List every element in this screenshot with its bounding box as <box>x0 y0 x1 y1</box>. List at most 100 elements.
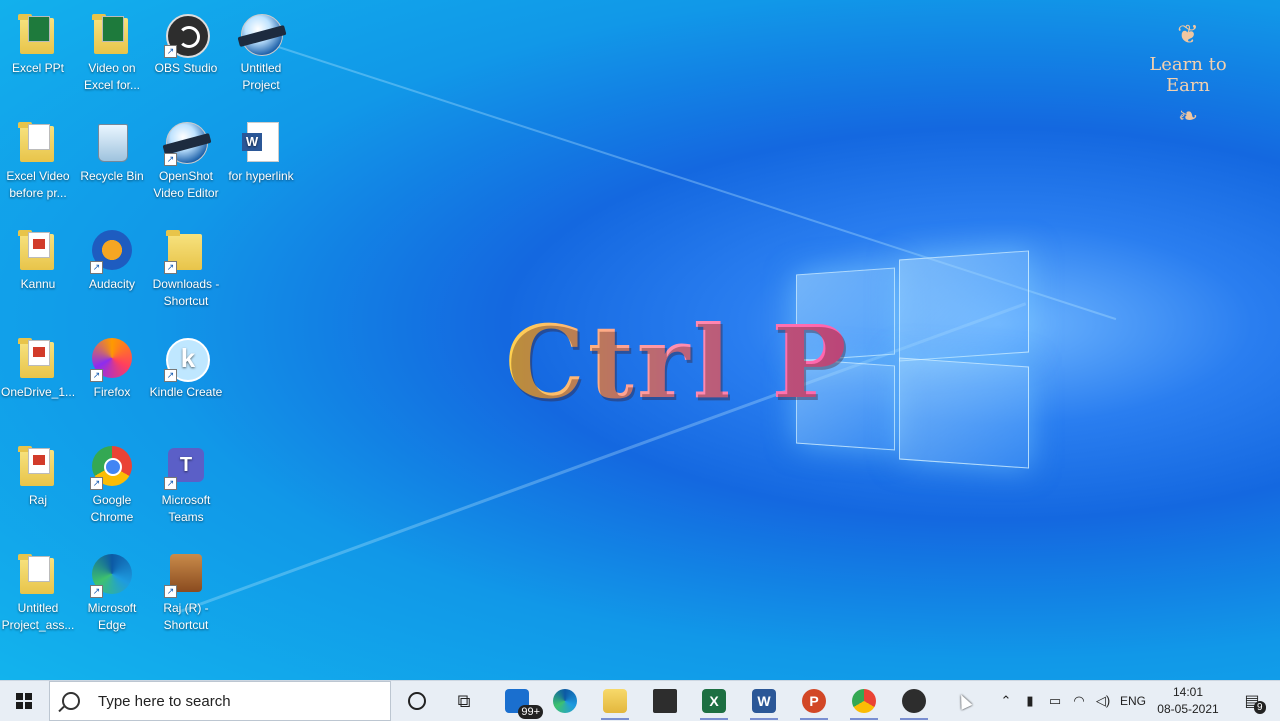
desktop-icon-microsoft-teams[interactable]: T ↗ Microsoft Teams <box>148 436 224 526</box>
desktop-icon-google-chrome[interactable]: ↗ Google Chrome <box>74 436 150 526</box>
battery-tray[interactable]: ▭ <box>1044 681 1066 721</box>
microphone-tray[interactable]: ▮ <box>1020 681 1040 721</box>
language-indicator[interactable]: ENG <box>1118 681 1148 721</box>
clock-date: 08-05-2021 <box>1157 702 1219 716</box>
desktop-icon-label: Raj (R) - Shortcut <box>163 601 209 632</box>
powerpoint-icon: P <box>802 689 826 713</box>
folder-icon <box>92 14 128 54</box>
desktop-icon-label: Raj <box>28 493 47 507</box>
battery-icon: ▭ <box>1048 693 1062 708</box>
desktop-icon-kindle-create[interactable]: k ↗ Kindle Create <box>148 328 224 401</box>
task-view-button[interactable]: ⧉ <box>446 681 482 721</box>
folder-icon <box>18 230 54 270</box>
taskbar-chrome[interactable] <box>841 681 887 721</box>
taskbar-obs[interactable] <box>891 681 937 721</box>
shortcut-arrow-icon: ↗ <box>164 369 177 382</box>
desktop-icon-excel-ppt[interactable]: Excel PPt <box>0 4 76 77</box>
desktop-icon-label: Kindle Create <box>149 385 223 399</box>
taskbar-file-explorer[interactable] <box>592 681 638 721</box>
desktop-icon-label: for hyperlink <box>228 169 294 183</box>
taskbar-word[interactable]: W <box>741 681 787 721</box>
desktop-icon-for-hyperlink[interactable]: for hyperlink <box>223 112 299 185</box>
word-icon: W <box>752 689 776 713</box>
start-button[interactable] <box>0 681 48 721</box>
search-icon <box>62 692 80 710</box>
taskbar-excel[interactable]: X <box>691 681 737 721</box>
chevron-up-icon: ⌃ <box>1000 693 1012 708</box>
desktop-icon-recycle-bin[interactable]: Recycle Bin <box>74 112 150 185</box>
recycle-bin-icon <box>98 124 128 162</box>
desktop-icon-untitled-project[interactable]: Untitled Project <box>223 4 299 94</box>
folder-icon <box>18 14 54 54</box>
file-explorer-icon <box>603 689 627 713</box>
desktop-icon-onedrive[interactable]: OneDrive_1... <box>0 328 76 401</box>
desktop-icon-kannu[interactable]: Kannu <box>0 220 76 293</box>
desktop-icon-downloads-shortcut[interactable]: ↗ Downloads - Shortcut <box>148 220 224 310</box>
desktop-icon-raj[interactable]: Raj <box>0 436 76 509</box>
taskbar-mail[interactable]: 99+ <box>494 681 543 721</box>
shortcut-arrow-icon: ↗ <box>164 45 177 58</box>
desktop-icon-audacity[interactable]: ↗ Audacity <box>74 220 150 293</box>
show-hidden-icons-button[interactable]: ⌃ <box>996 681 1016 721</box>
desktop-icon-label: Microsoft Edge <box>87 601 137 632</box>
word-document-icon <box>242 122 279 162</box>
chrome-icon <box>852 689 876 713</box>
microphone-icon: ▮ <box>1026 693 1034 708</box>
taskbar-powerpoint[interactable]: P <box>791 681 837 721</box>
desktop: Excel PPt Excel Video before pr... Kannu… <box>0 0 1280 680</box>
desktop-icon-label: Untitled Project_ass... <box>1 601 75 632</box>
shortcut-arrow-icon: ↗ <box>90 585 103 598</box>
shortcut-arrow-icon: ↗ <box>164 153 177 166</box>
desktop-icon-label: Kannu <box>20 277 56 291</box>
desktop-icon-untitled-project-assets[interactable]: Untitled Project_ass... <box>0 544 76 634</box>
cortana-icon <box>408 692 426 710</box>
desktop-icon-openshot[interactable]: ↗ OpenShot Video Editor <box>148 112 224 202</box>
ornament-icon <box>1134 102 1242 130</box>
taskbar-edge[interactable] <box>542 681 588 721</box>
store-icon <box>653 689 677 713</box>
brand-text: Learn to Earn <box>1149 54 1227 96</box>
mail-icon: 99+ <box>505 689 543 719</box>
desktop-icon-label: OpenShot Video Editor <box>153 169 219 200</box>
speaker-icon: ◁) <box>1095 693 1111 708</box>
desktop-icon-label: Excel PPt <box>11 61 65 75</box>
desktop-icon-label: Recycle Bin <box>80 169 144 183</box>
desktop-icon-label: Video on Excel for... <box>83 61 141 92</box>
wifi-icon: ◠ <box>1073 693 1085 708</box>
desktop-icon-label: OneDrive_1... <box>1 385 76 399</box>
openshot-project-icon <box>241 14 283 56</box>
brand-watermark: Learn to Earn <box>1134 20 1242 126</box>
desktop-icon-label: Firefox <box>93 385 131 399</box>
clock-time: 14:01 <box>1172 685 1204 699</box>
desktop-icon-label: Downloads - Shortcut <box>152 277 220 308</box>
edge-icon <box>553 689 577 713</box>
desktop-icon-label: Untitled Project <box>240 61 282 92</box>
shortcut-arrow-icon: ↗ <box>90 369 103 382</box>
desktop-icon-label: Microsoft Teams <box>161 493 211 524</box>
network-tray[interactable]: ◠ <box>1068 681 1090 721</box>
excel-icon: X <box>702 689 726 713</box>
folder-icon <box>18 122 54 162</box>
desktop-icon-obs-studio[interactable]: ↗ OBS Studio <box>148 4 224 77</box>
clock[interactable]: 14:01 08-05-2021 <box>1150 681 1226 721</box>
desktop-icon-raj-drive-shortcut[interactable]: ↗ Raj (R) - Shortcut <box>148 544 224 634</box>
desktop-icon-excel-video[interactable]: Excel Video before pr... <box>0 112 76 202</box>
shortcut-arrow-icon: ↗ <box>164 477 177 490</box>
action-center-button[interactable]: ▤ 9 <box>1232 681 1272 721</box>
shortcut-arrow-icon: ↗ <box>90 261 103 274</box>
obs-studio-icon <box>902 689 926 713</box>
task-view-icon: ⧉ <box>457 690 471 711</box>
desktop-icon-firefox[interactable]: ↗ Firefox <box>74 328 150 401</box>
folder-icon <box>18 446 54 486</box>
overlay-shortcut-text: Ctrl P <box>505 303 850 421</box>
taskbar-store[interactable] <box>642 681 688 721</box>
desktop-icon-label: Google Chrome <box>90 493 134 524</box>
shortcut-arrow-icon: ↗ <box>164 261 177 274</box>
search-box[interactable]: Type here to search <box>49 681 391 721</box>
cortana-button[interactable] <box>398 681 436 721</box>
desktop-icon-microsoft-edge[interactable]: ↗ Microsoft Edge <box>74 544 150 634</box>
desktop-icon-video-on-excel[interactable]: Video on Excel for... <box>74 4 150 94</box>
volume-tray[interactable]: ◁) <box>1092 681 1114 721</box>
notification-count: 9 <box>1254 701 1266 714</box>
mail-badge: 99+ <box>518 705 543 719</box>
